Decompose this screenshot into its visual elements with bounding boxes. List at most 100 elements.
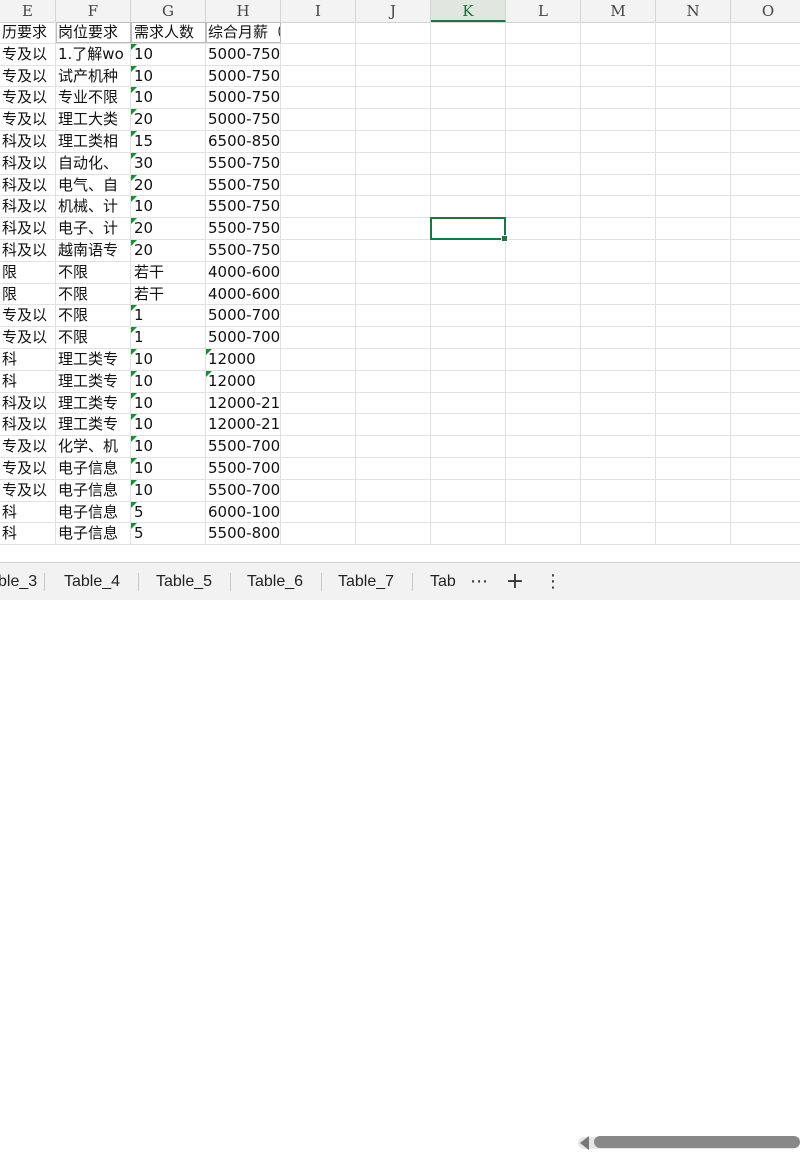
cell-k[interactable] (431, 109, 506, 130)
cell-e[interactable]: 专及以 (0, 87, 56, 109)
cell-e[interactable]: 科及以 (0, 152, 56, 174)
cell-f[interactable]: 电气、自 (56, 174, 131, 196)
cell-o[interactable] (731, 458, 800, 479)
cell-k[interactable] (431, 196, 506, 218)
column-header-l[interactable]: L (506, 0, 581, 22)
cell-m[interactable] (581, 283, 656, 305)
cell-m[interactable] (581, 22, 656, 43)
cell-g[interactable]: 10 (131, 458, 206, 479)
cell-m[interactable] (581, 174, 656, 196)
cell-i[interactable] (281, 261, 356, 283)
cell-i[interactable] (281, 479, 356, 501)
cell-k[interactable] (431, 501, 506, 523)
cell-h[interactable]: 6000-10000 (206, 501, 281, 523)
cell-l[interactable] (506, 131, 581, 152)
cell-g[interactable]: 若干 (131, 261, 206, 283)
cell-j[interactable] (356, 109, 431, 130)
cell-i[interactable] (281, 109, 356, 130)
cell-m[interactable] (581, 65, 656, 87)
cell-i[interactable] (281, 283, 356, 305)
cell-i[interactable] (281, 218, 356, 239)
cell-l[interactable] (506, 501, 581, 523)
cell-l[interactable] (506, 523, 581, 545)
cell-o[interactable] (731, 305, 800, 326)
cell-o[interactable] (731, 153, 800, 174)
cell-j[interactable] (356, 196, 431, 218)
cell-k[interactable] (431, 479, 506, 501)
cell-f[interactable]: 不限 (56, 305, 131, 327)
cell-n[interactable] (656, 370, 731, 392)
cell-o[interactable] (731, 175, 800, 196)
cell-f[interactable]: 1.了解wo (56, 43, 131, 65)
cell-o[interactable] (731, 523, 800, 544)
cell-e[interactable]: 科及以 (0, 131, 56, 152)
cell-m[interactable] (581, 305, 656, 327)
column-header-o[interactable]: O (731, 0, 800, 22)
add-sheet-button[interactable]: + (504, 563, 526, 600)
cell-i[interactable] (281, 43, 356, 65)
cell-o[interactable] (731, 44, 800, 65)
cell-l[interactable] (506, 22, 581, 43)
cell-m[interactable] (581, 261, 656, 283)
cell-n[interactable] (656, 131, 731, 152)
cell-f[interactable]: 理工大类 (56, 109, 131, 130)
cell-g[interactable]: 10 (131, 436, 206, 457)
cell-e[interactable]: 科及以 (0, 240, 56, 261)
cell-k[interactable] (431, 174, 506, 196)
cell-g[interactable]: 10 (131, 414, 206, 436)
cell-j[interactable] (356, 240, 431, 261)
cell-i[interactable] (281, 196, 356, 218)
cell-n[interactable] (656, 436, 731, 457)
cell-j[interactable] (356, 349, 431, 370)
cell-i[interactable] (281, 392, 356, 414)
horizontal-scrollbar[interactable] (578, 1133, 800, 1153)
cell-f[interactable]: 理工类专 (56, 392, 131, 414)
cell-i[interactable] (281, 458, 356, 479)
cell-e[interactable]: 科及以 (0, 196, 56, 218)
cell-g[interactable]: 1 (131, 305, 206, 327)
cell-h[interactable]: 5500-7500 (206, 240, 281, 261)
cell-m[interactable] (581, 109, 656, 130)
cell-g[interactable]: 10 (131, 196, 206, 218)
cell-n[interactable] (656, 87, 731, 109)
cell-i[interactable] (281, 152, 356, 174)
scrollbar-thumb[interactable] (594, 1136, 800, 1148)
cell-n[interactable] (656, 261, 731, 283)
cell-f[interactable]: 自动化、 (56, 152, 131, 174)
cell-l[interactable] (506, 392, 581, 414)
cell-j[interactable] (356, 174, 431, 196)
cell-n[interactable] (656, 501, 731, 523)
sheet-tab-table-3[interactable]: ble_3 (0, 563, 37, 600)
spreadsheet-grid[interactable]: E F G H I J K L M N O 历要求岗位要求需求人数综合月薪（元/… (0, 0, 800, 562)
cell-h[interactable]: 5000-7500 (206, 87, 281, 109)
cell-m[interactable] (581, 370, 656, 392)
cell-n[interactable] (656, 109, 731, 130)
cell-g[interactable]: 20 (131, 174, 206, 196)
cell-g[interactable]: 10 (131, 370, 206, 392)
column-header-k[interactable]: K (431, 0, 506, 22)
cell-e[interactable]: 科及以 (0, 392, 56, 414)
cell-h[interactable]: 5000-7500 (206, 65, 281, 87)
cell-e[interactable]: 专及以 (0, 109, 56, 130)
column-header-g[interactable]: G (131, 0, 206, 22)
cell-k[interactable] (431, 458, 506, 479)
cell-e[interactable]: 专及以 (0, 65, 56, 87)
cell-f[interactable]: 电子、计 (56, 218, 131, 239)
cell-e[interactable]: 专及以 (0, 305, 56, 327)
cell-e[interactable]: 限 (0, 283, 56, 305)
cell-j[interactable] (356, 370, 431, 392)
cell-k[interactable] (431, 305, 506, 327)
cell-h[interactable]: 5500-7000 (206, 479, 281, 501)
cell-e[interactable]: 专及以 (0, 479, 56, 501)
cell-j[interactable] (356, 458, 431, 479)
cell-k[interactable] (431, 414, 506, 436)
fill-handle[interactable] (501, 235, 508, 242)
cell-k[interactable] (431, 43, 506, 65)
cell-j[interactable] (356, 436, 431, 457)
cell-n[interactable] (656, 392, 731, 414)
cell-k[interactable] (431, 87, 506, 109)
cell-e[interactable]: 科及以 (0, 174, 56, 196)
cell-o[interactable] (731, 196, 800, 217)
cell-i[interactable] (281, 436, 356, 457)
cell-m[interactable] (581, 327, 656, 348)
